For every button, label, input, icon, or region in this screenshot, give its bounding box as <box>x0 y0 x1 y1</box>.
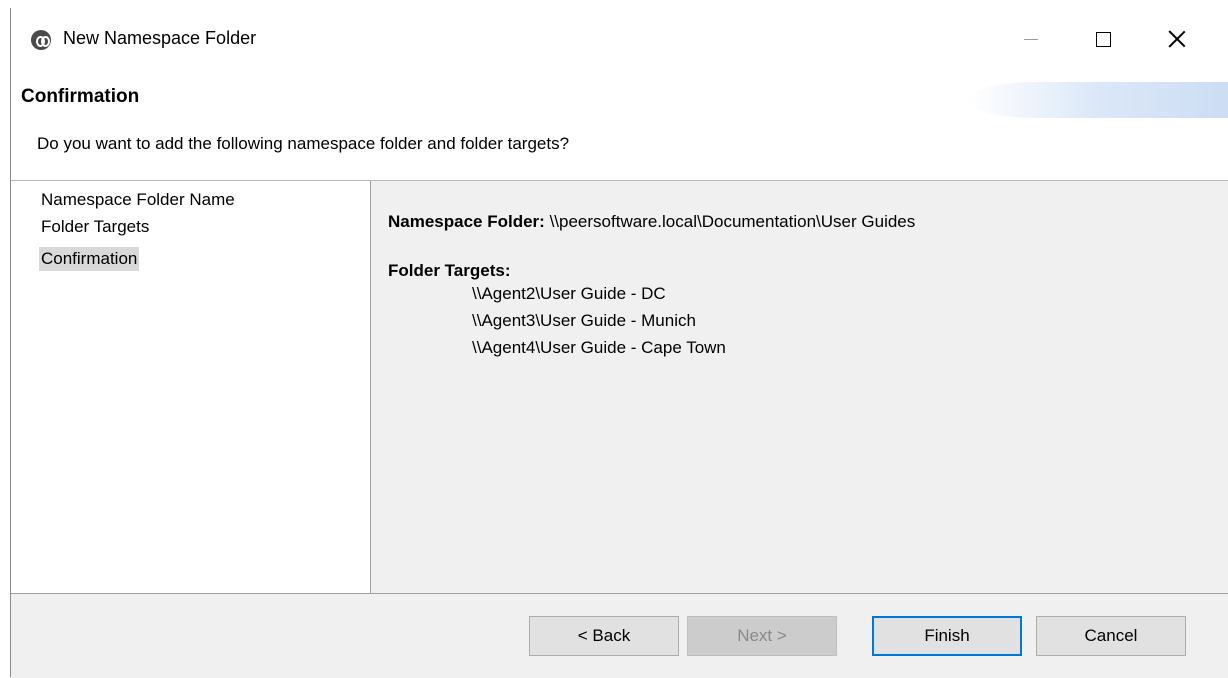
header-decoration <box>968 82 1228 118</box>
cancel-button[interactable]: Cancel <box>1036 616 1186 656</box>
finish-button[interactable]: Finish <box>872 616 1022 656</box>
close-icon <box>1168 30 1186 48</box>
maximize-icon <box>1095 31 1111 47</box>
folder-target-item: \\Agent2\User Guide - DC <box>472 284 666 303</box>
namespace-folder-label: Namespace Folder: <box>388 212 545 231</box>
next-button[interactable]: Next > <box>687 616 837 656</box>
nav-item-folder-targets[interactable]: Folder Targets <box>39 215 151 239</box>
minimize-button[interactable] <box>996 8 1066 70</box>
page-title: Confirmation <box>21 86 140 107</box>
namespace-folder-line: Namespace Folder: \\peersoftware.local\D… <box>388 212 915 232</box>
new-namespace-folder-dialog: New Namespace Folder Confirmation Do you… <box>10 8 1228 678</box>
nav-item-namespace-folder-name[interactable]: Namespace Folder Name <box>39 188 237 212</box>
confirmation-summary: Namespace Folder: \\peersoftware.local\D… <box>371 181 1228 593</box>
close-button[interactable] <box>1142 8 1212 70</box>
minimize-icon <box>1024 38 1038 40</box>
folder-targets-label: Folder Targets: <box>388 261 511 280</box>
wizard-steps-nav: Namespace Folder Name Folder Targets Con… <box>11 181 371 593</box>
background-strip <box>0 0 1228 8</box>
title-bar[interactable]: New Namespace Folder <box>11 8 1228 72</box>
window-title: New Namespace Folder <box>63 28 257 48</box>
folder-target-item: \\Agent3\User Guide - Munich <box>472 311 696 330</box>
app-icon <box>31 30 51 50</box>
folder-target-item: \\Agent4\User Guide - Cape Town <box>472 338 726 357</box>
maximize-button[interactable] <box>1068 8 1138 70</box>
nav-item-confirmation[interactable]: Confirmation <box>39 247 140 271</box>
wizard-header: Confirmation Do you want to add the foll… <box>11 72 1228 181</box>
wizard-footer: < Back Next > Finish Cancel <box>11 593 1228 678</box>
namespace-folder-value: \\peersoftware.local\Documentation\User … <box>549 212 916 231</box>
page-description: Do you want to add the following namespa… <box>37 134 570 153</box>
back-button[interactable]: < Back <box>529 616 679 656</box>
